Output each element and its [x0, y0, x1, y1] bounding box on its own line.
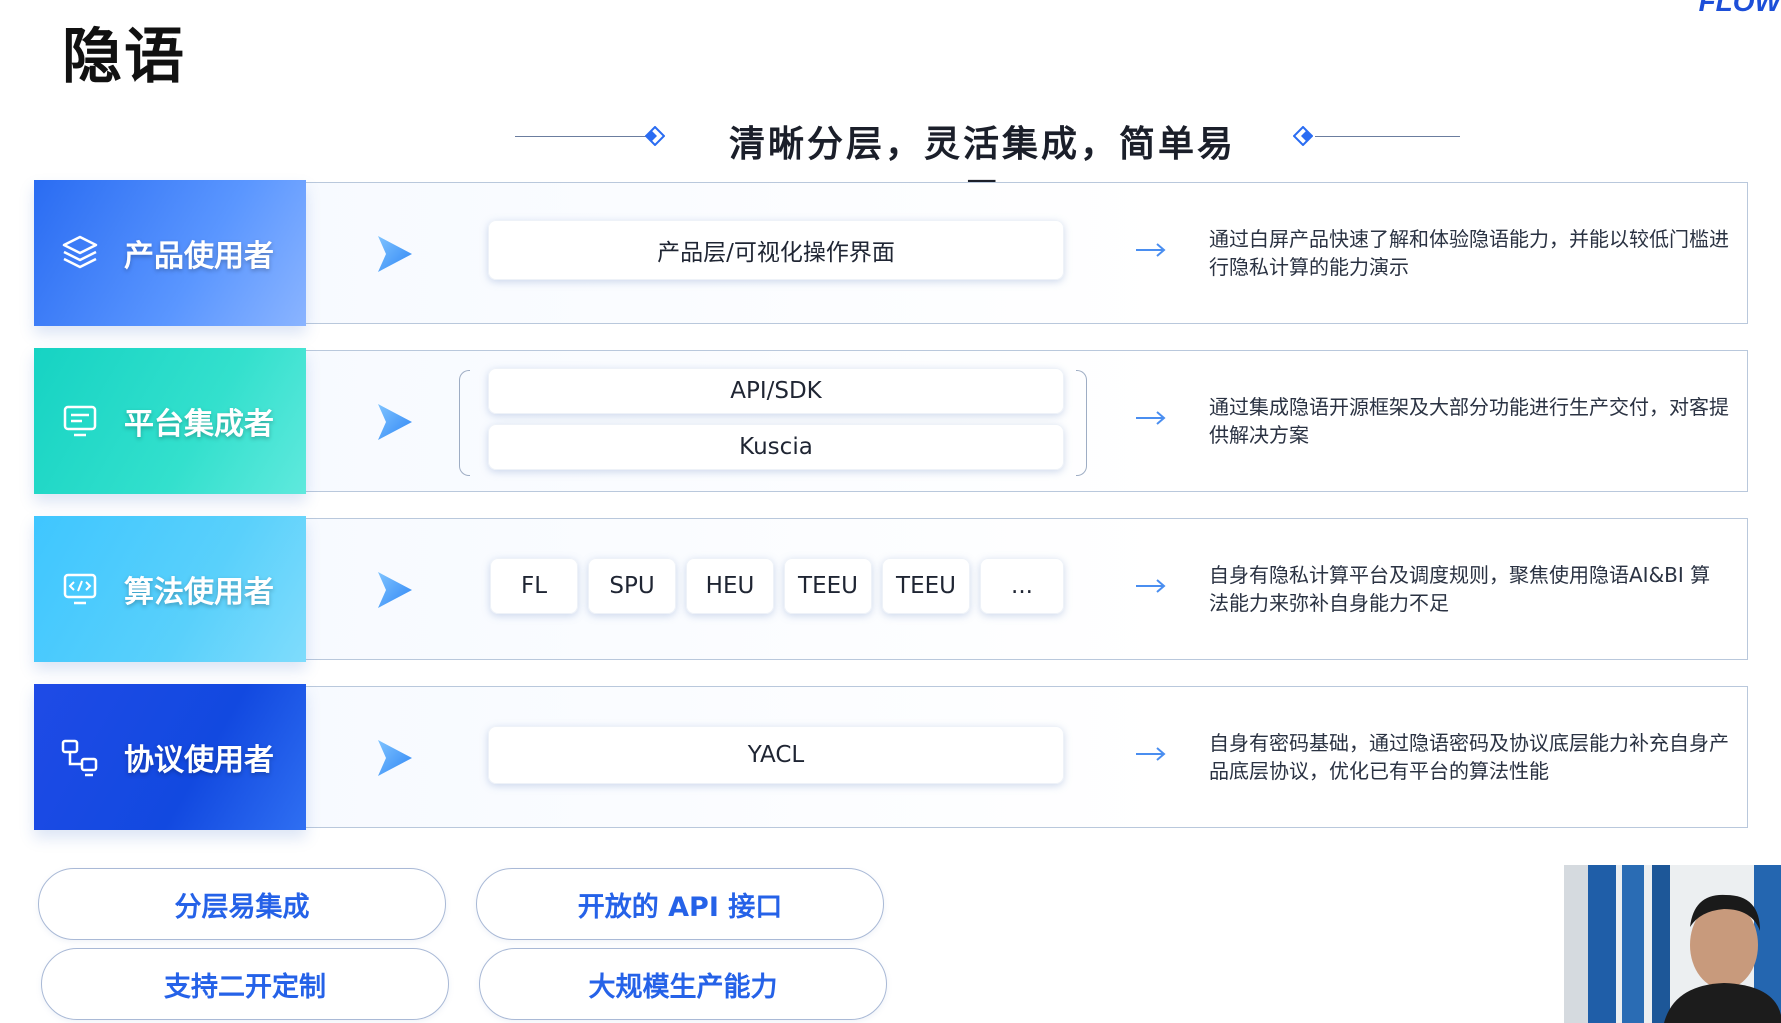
play-arrow-icon: [378, 740, 412, 776]
presenter-webcam: [1564, 865, 1781, 1023]
row-description: 通过集成隐语开源框架及大部分功能进行生产交付，对客提供解决方案: [1209, 395, 1729, 447]
layers-icon: [62, 235, 98, 269]
subtitle-banner: 清晰分层，灵活集成，简单易用: [515, 112, 1460, 217]
right-arrow-icon: [1136, 243, 1166, 257]
layer-row-product: 产品使用者 产品层/可视化操作界面 通过白屏产品快速了解和体验隐语能力，并能以较…: [34, 180, 1748, 326]
role-card-platform-integrator: 平台集成者: [34, 348, 306, 494]
component-pill: TEEU: [882, 558, 970, 614]
play-arrow-icon: [378, 572, 412, 608]
role-label: 产品使用者: [124, 239, 274, 274]
network-icon: [61, 739, 98, 777]
layer-row-platform: 平台集成者 API/SDK Kuscia 通过集成隐语开源框架及大部分功能进行生…: [34, 348, 1748, 494]
component-pill: SPU: [588, 558, 676, 614]
play-arrow-icon: [378, 404, 412, 440]
component-pill: TEEU: [784, 558, 872, 614]
role-card-product-user: 产品使用者: [34, 180, 306, 326]
layer-row-algorithm: 算法使用者 FL SPU HEU TEEU TEEU ... 自身有隐私计算平台…: [34, 516, 1748, 662]
right-arrow-icon: [1136, 579, 1166, 593]
row-description: 通过白屏产品快速了解和体验隐语能力，并能以较低门槛进行隐私计算的能力演示: [1209, 227, 1729, 279]
feature-tag: 支持二开定制: [41, 948, 449, 1020]
feature-tag: 大规模生产能力: [479, 948, 887, 1020]
component-pill: ...: [980, 558, 1064, 614]
role-card-protocol-user: 协议使用者: [34, 684, 306, 830]
component-pill: HEU: [686, 558, 774, 614]
role-label: 协议使用者: [124, 743, 274, 778]
right-arrow-icon: [1136, 411, 1166, 425]
diamond-icon: [1293, 126, 1313, 146]
divider-line: [515, 136, 660, 137]
presenter-video-frame: [1564, 865, 1781, 1023]
component-pill: API/SDK: [488, 368, 1064, 414]
component-pill: Kuscia: [488, 424, 1064, 470]
component-pill: YACL: [488, 726, 1064, 784]
component-pill: 产品层/可视化操作界面: [488, 220, 1064, 280]
feature-tag: 分层易集成: [38, 868, 446, 940]
bracket-right: [1076, 370, 1087, 476]
diamond-icon: [645, 126, 665, 146]
divider-line: [1315, 136, 1460, 137]
feature-tag: 开放的 API 接口: [476, 868, 884, 940]
play-arrow-icon: [378, 236, 412, 272]
brand-logo: FLOW: [1698, 0, 1781, 17]
role-label: 平台集成者: [124, 407, 274, 442]
right-arrow-icon: [1136, 747, 1166, 761]
page-title: 隐语: [62, 22, 186, 92]
layer-row-protocol: 协议使用者 YACL 自身有密码基础，通过隐语密码及协议底层能力补充自身产品底层…: [34, 684, 1748, 830]
role-label: 算法使用者: [124, 575, 274, 610]
bracket-left: [459, 370, 470, 476]
code-screen-icon: [63, 573, 97, 605]
component-pill: FL: [490, 558, 578, 614]
row-description: 自身有密码基础，通过隐语密码及协议底层能力补充自身产品底层协议，优化已有平台的算…: [1209, 731, 1729, 783]
monitor-icon: [63, 405, 97, 437]
role-card-algorithm-user: 算法使用者: [34, 516, 306, 662]
row-description: 自身有隐私计算平台及调度规则，聚焦使用隐语AI&BI 算法能力来弥补自身能力不足: [1209, 563, 1711, 615]
